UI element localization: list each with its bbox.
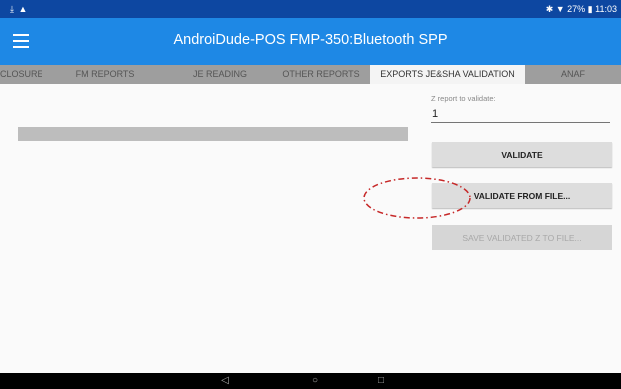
tab-other-reports[interactable]: OTHER REPORTS: [272, 65, 370, 84]
z-report-label: Z report to validate:: [431, 94, 496, 103]
status-bar: ⤓ ▲ ✱ ▼ 27% ▮ 11:03: [0, 0, 621, 18]
progress-bar: [18, 127, 408, 141]
app-bar: AndroiDude-POS FMP-350:Bluetooth SPP: [0, 18, 621, 65]
z-report-input[interactable]: [431, 106, 610, 123]
recents-icon[interactable]: □: [373, 374, 389, 388]
tab-closure[interactable]: CLOSURE: [0, 65, 42, 84]
tab-je-reading[interactable]: JE READING: [168, 65, 272, 84]
tab-fm-reports[interactable]: FM REPORTS: [42, 65, 168, 84]
tab-anaf[interactable]: ANAF: [525, 65, 621, 84]
nav-bar: ◁ ○ □: [0, 373, 621, 389]
app-title: AndroiDude-POS FMP-350:Bluetooth SPP: [173, 32, 448, 48]
tab-bar: CLOSURE FM REPORTS JE READING OTHER REPO…: [0, 65, 621, 84]
back-icon[interactable]: ◁: [217, 374, 233, 388]
save-validated-z-button[interactable]: SAVE VALIDATED Z TO FILE...: [432, 225, 612, 250]
system-status: ✱ ▼ 27% ▮ 11:03: [545, 4, 617, 14]
validate-from-file-button[interactable]: VALIDATE FROM FILE...: [432, 183, 612, 208]
validate-button[interactable]: VALIDATE: [432, 142, 612, 167]
content-area: Z report to validate: VALIDATE VALIDATE …: [0, 84, 621, 373]
notification-icons: ⤓ ▲: [10, 4, 29, 14]
tab-exports-je-sha-validation[interactable]: EXPORTS JE&SHA VALIDATION: [370, 65, 525, 84]
home-icon[interactable]: ○: [307, 374, 323, 388]
